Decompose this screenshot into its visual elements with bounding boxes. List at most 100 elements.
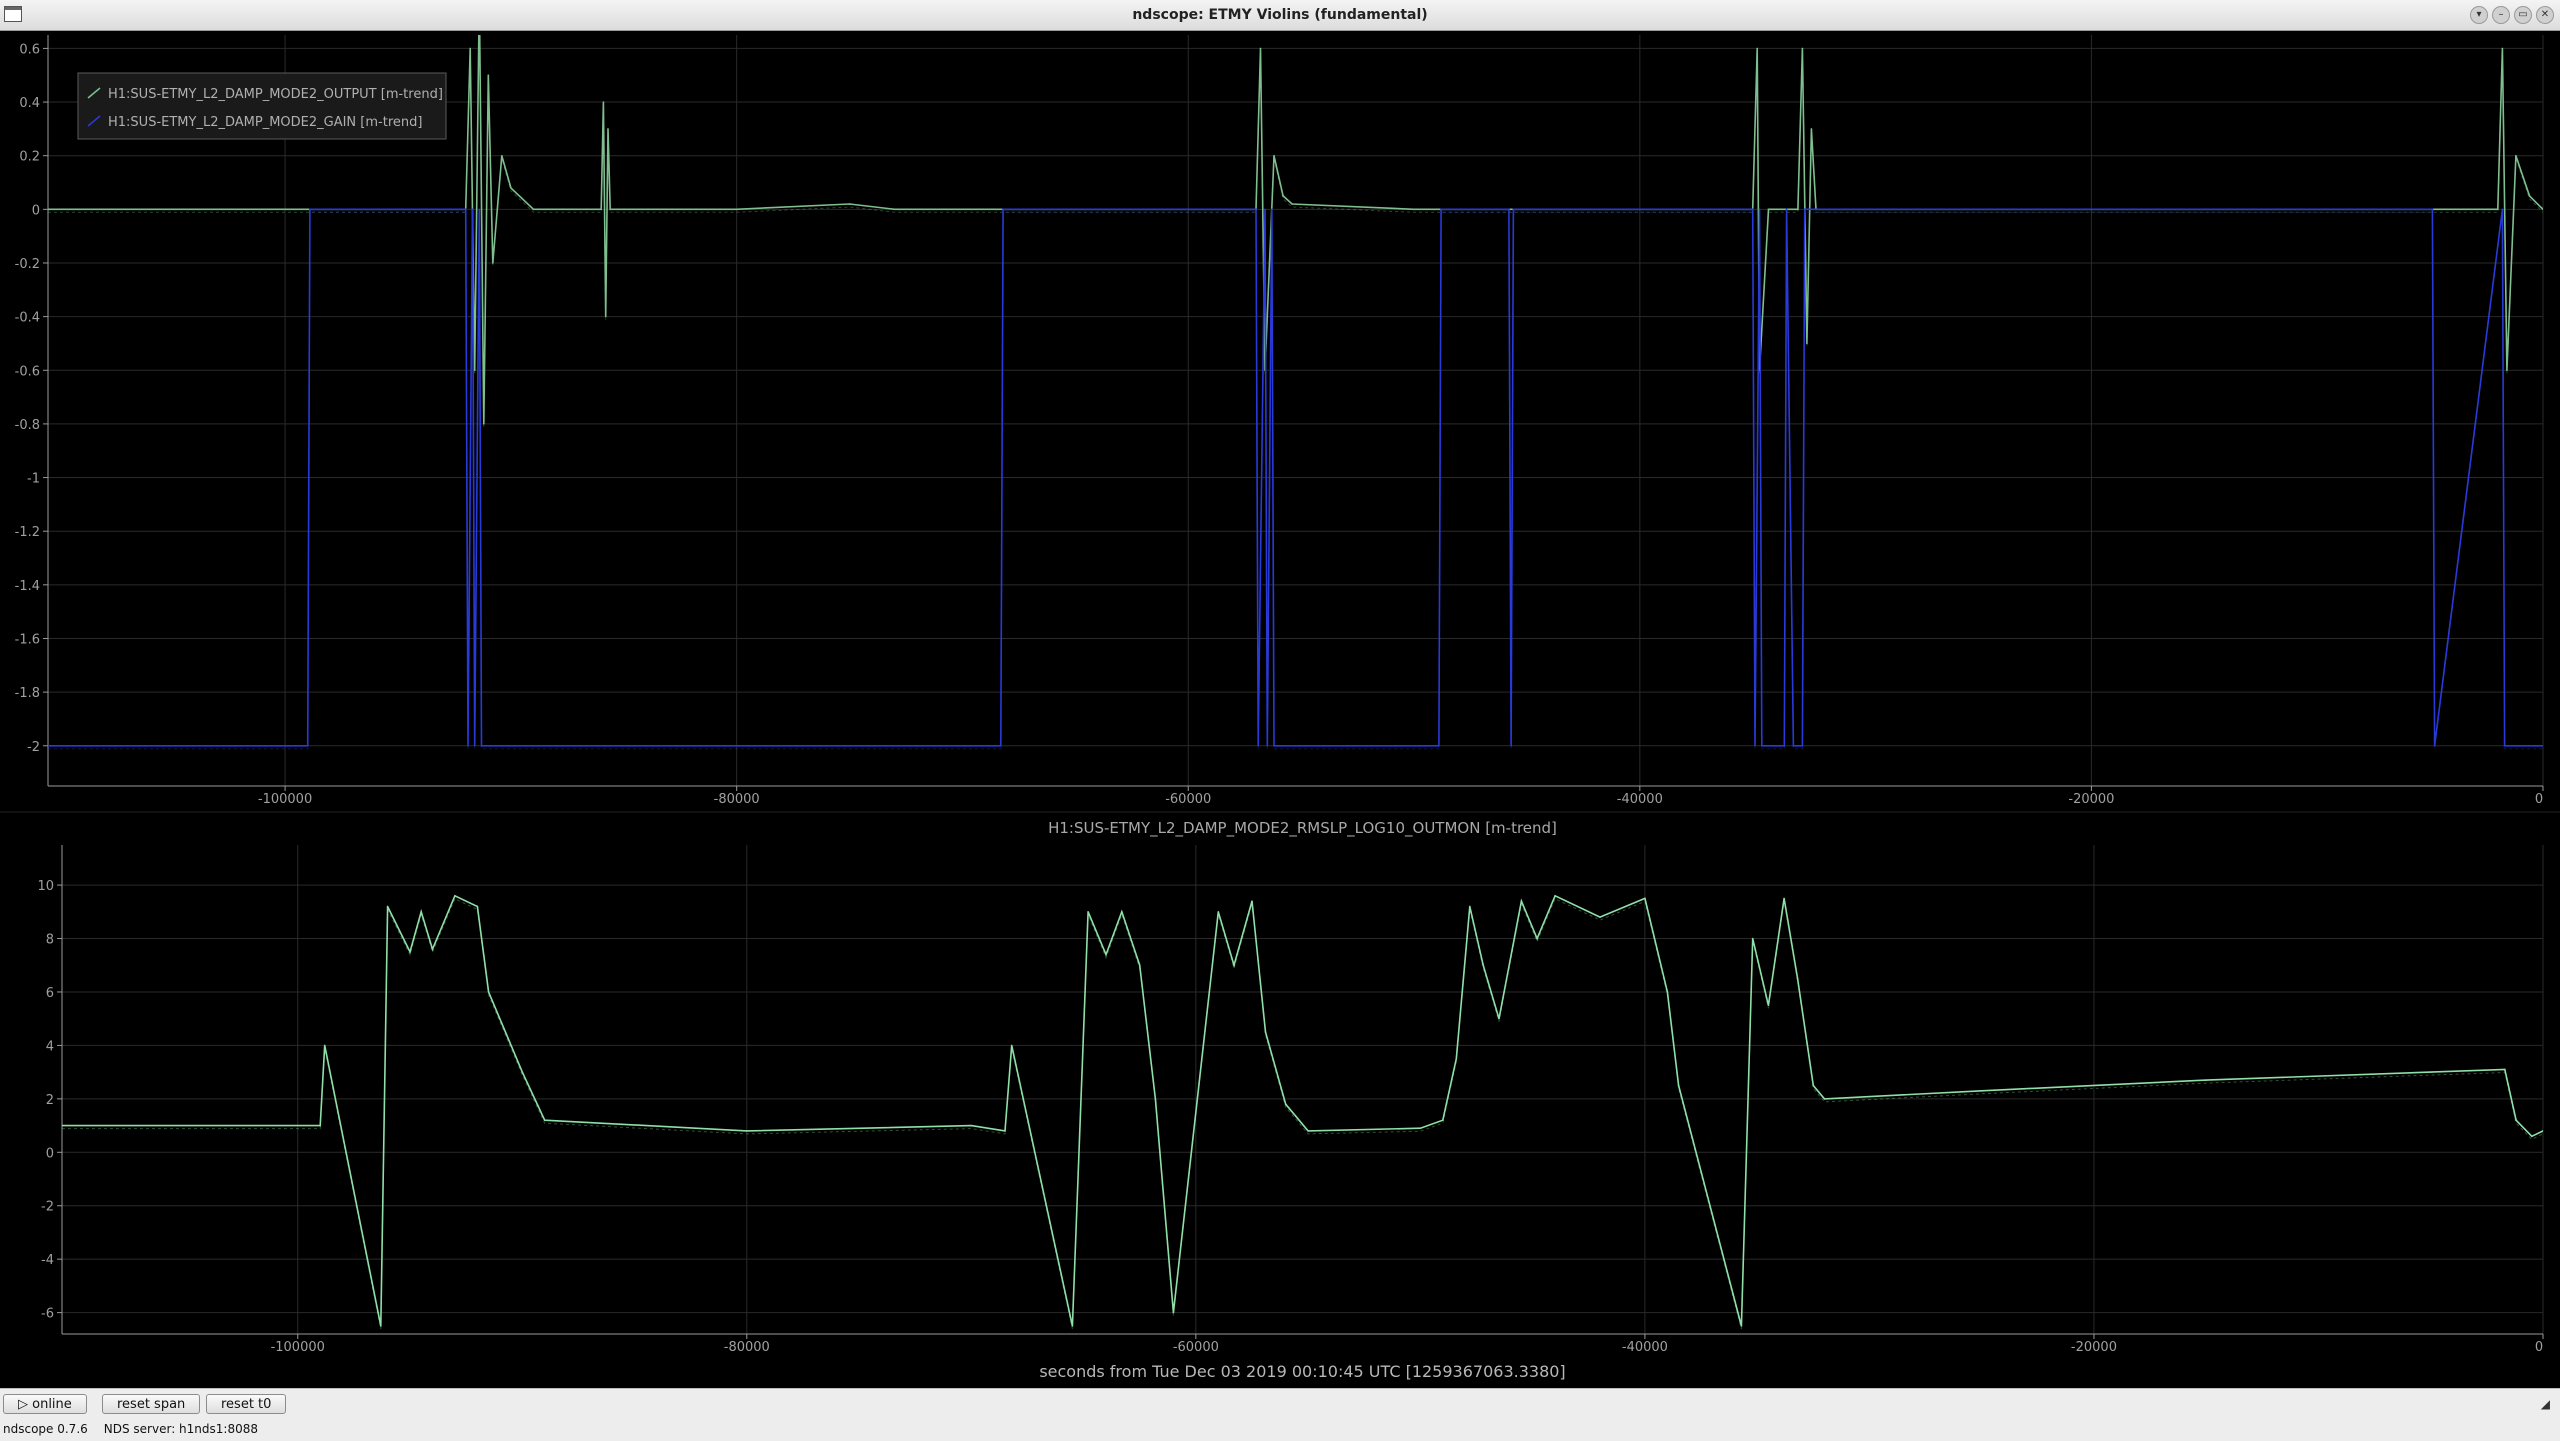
series-2-point bbox=[2433, 744, 2436, 747]
series-1-point bbox=[600, 208, 602, 211]
y-tick-label: 10 bbox=[37, 879, 54, 894]
series-1-point bbox=[1801, 47, 1804, 50]
series-1-point bbox=[510, 187, 512, 189]
series-1-point bbox=[1498, 1017, 1500, 1020]
series-1-point bbox=[501, 154, 503, 157]
series-1-point bbox=[306, 208, 309, 211]
series-1-point bbox=[1536, 937, 1538, 940]
x-tick-label: -20000 bbox=[2068, 792, 2114, 807]
series-2-point bbox=[1255, 208, 1257, 211]
series-2-point bbox=[2542, 744, 2543, 747]
series-1-point bbox=[1644, 897, 1646, 900]
series-2-point bbox=[1512, 208, 1515, 211]
series-1-point bbox=[735, 208, 738, 211]
series-1-point bbox=[319, 1124, 322, 1127]
series-1-point bbox=[2429, 1071, 2432, 1073]
series-1-point bbox=[1599, 916, 1601, 918]
series-1-point bbox=[543, 1119, 546, 1122]
menu-chevron-icon[interactable]: ▾ bbox=[2470, 6, 2488, 24]
series-2-point bbox=[306, 744, 309, 747]
x-tick-label: -60000 bbox=[1173, 1340, 1219, 1355]
series-1-point bbox=[1554, 894, 1556, 897]
series-1-point bbox=[609, 208, 612, 211]
series-2-point bbox=[487, 744, 490, 747]
series-1-point bbox=[1154, 1098, 1157, 1100]
y-tick-label: -0.6 bbox=[15, 364, 40, 379]
series-2-point bbox=[1002, 208, 1004, 211]
series-2-point bbox=[1257, 744, 1260, 747]
maximize-icon[interactable]: ▭ bbox=[2514, 6, 2532, 24]
x-axis-label: seconds from Tue Dec 03 2019 00:10:45 UT… bbox=[1039, 1362, 1565, 1381]
plot-area[interactable]: -100000 -80000 -60000 -40000 -20000 0 0.6 0.4 0.… bbox=[0, 31, 2560, 1388]
series-1-point bbox=[1419, 1127, 1422, 1130]
series-1-point bbox=[1105, 953, 1107, 956]
reset-t0-button[interactable]: reset t0 bbox=[206, 1394, 287, 1414]
series-1-point bbox=[848, 203, 851, 205]
series-1-point bbox=[604, 315, 607, 318]
series-1-point bbox=[487, 991, 490, 993]
plot-title: H1:SUS-ETMY_L2_DAMP_MODE2_RMSLP_LOG10_OU… bbox=[1048, 819, 1557, 838]
series-2-point bbox=[1438, 744, 1440, 747]
legend-entry-1: H1:SUS-ETMY_L2_DAMP_MODE2_OUTPUT [m-tren… bbox=[108, 87, 443, 102]
reset-span-button[interactable]: reset span bbox=[102, 1394, 201, 1414]
series-1-point bbox=[1751, 937, 1754, 940]
y-tick-label: -0.4 bbox=[15, 311, 40, 326]
series-1-point bbox=[386, 905, 389, 908]
series-1-envelope bbox=[62, 898, 2543, 1330]
y-tick-label: 4 bbox=[46, 1039, 54, 1054]
status-bar: ndscope 0.7.6 NDS server: h1nds1:8088 bbox=[3, 1422, 274, 1436]
series-1-point bbox=[469, 47, 472, 50]
close-icon[interactable]: ✕ bbox=[2536, 6, 2554, 24]
minimize-icon[interactable]: – bbox=[2492, 6, 2510, 24]
y-tick-label: -1 bbox=[27, 472, 40, 487]
online-button[interactable]: ▷ online bbox=[3, 1394, 87, 1414]
series-1-point bbox=[1282, 195, 1284, 197]
series-1-point bbox=[2530, 1135, 2533, 1138]
x-tick-label: -80000 bbox=[724, 1340, 770, 1355]
series-2-point bbox=[464, 208, 467, 211]
series-2-point bbox=[467, 744, 469, 747]
series-1-point bbox=[2528, 195, 2531, 197]
series-1-point bbox=[454, 894, 456, 897]
series-1-point bbox=[1120, 911, 1123, 913]
bottom-toolbar: ▷ online reset span reset t0 ◢ ndscope 0… bbox=[0, 1388, 2560, 1441]
series-2-point bbox=[471, 208, 474, 211]
resize-handle-icon[interactable]: ◢ bbox=[2541, 1397, 2550, 1411]
plot-1: -100000 -80000 -60000 -40000 -20000 0 0.6 0.4 0.… bbox=[15, 35, 2544, 807]
series-1-point bbox=[2497, 208, 2499, 211]
y-tick-label: -1.6 bbox=[15, 632, 40, 647]
series-1-line bbox=[62, 894, 2543, 1327]
y-tick-label: 6 bbox=[46, 986, 54, 1001]
window-title: ndscope: ETMY Violins (fundamental) bbox=[1132, 7, 1428, 23]
series-1-point bbox=[2504, 1068, 2506, 1071]
series-2-point bbox=[1264, 208, 1266, 211]
y-tick-label: 0 bbox=[32, 203, 40, 218]
y-tick-label: -0.2 bbox=[15, 257, 40, 272]
x-tick-label: -60000 bbox=[1165, 792, 1211, 807]
series-1-point bbox=[607, 128, 609, 130]
series-1-point bbox=[1520, 900, 1523, 902]
y-tick-label: -1.2 bbox=[15, 525, 40, 540]
series-1-point bbox=[323, 1044, 326, 1047]
series-2-point bbox=[1440, 208, 1442, 211]
series-1-point bbox=[995, 208, 998, 211]
y-tick-label: 0.2 bbox=[19, 150, 40, 165]
series-1-point bbox=[431, 948, 434, 951]
series-1-point bbox=[1251, 900, 1253, 902]
x-tick-label: -80000 bbox=[714, 792, 760, 807]
series-2-point bbox=[1803, 208, 1806, 211]
y-tick-label: 0.6 bbox=[19, 42, 40, 57]
series-1-point bbox=[1217, 911, 1220, 913]
series-1-point bbox=[380, 1325, 382, 1327]
series-2-envelope bbox=[48, 211, 2543, 750]
series-2-point bbox=[1508, 208, 1510, 211]
series-2-point bbox=[1270, 208, 1273, 211]
y-tick-label: -2 bbox=[41, 1200, 54, 1215]
series-2-point bbox=[2431, 208, 2434, 211]
series-2-point bbox=[480, 744, 483, 747]
series-1-point bbox=[1756, 47, 1759, 50]
series-1-point bbox=[2506, 369, 2508, 372]
y-tick-label: -6 bbox=[41, 1307, 54, 1322]
series-1-point bbox=[602, 101, 605, 103]
title-bar: ndscope: ETMY Violins (fundamental) ▾ – … bbox=[0, 0, 2560, 31]
